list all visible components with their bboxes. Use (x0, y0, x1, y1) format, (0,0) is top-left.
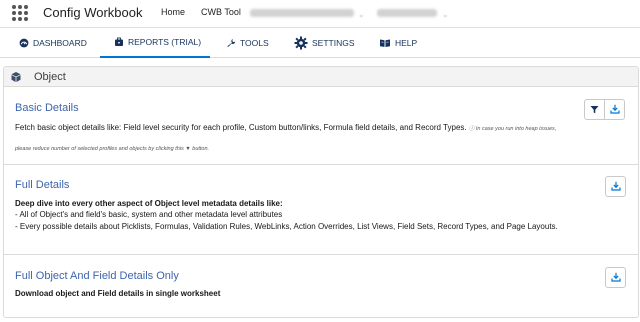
object-panel-header: Object (4, 67, 638, 87)
tab-settings[interactable]: SETTINGS (294, 28, 355, 58)
top-bar: Config Workbook Home CWB Tool ⌄ ⌄ (0, 0, 640, 28)
tab-label: SETTINGS (312, 38, 355, 48)
help-book-icon (379, 38, 391, 48)
download-object-field-details-button[interactable] (605, 267, 626, 288)
tab-reports[interactable]: REPORTS (TRIAL) (100, 28, 210, 58)
gear-icon (294, 36, 308, 50)
download-icon (610, 178, 621, 196)
tab-label: HELP (395, 38, 418, 48)
cube-icon (10, 71, 22, 83)
tab-help[interactable]: HELP (379, 28, 417, 58)
object-field-details-description: Download object and Field details in sin… (15, 289, 221, 298)
app-launcher-icon[interactable] (12, 5, 28, 21)
full-details-title: Full Details (15, 179, 70, 191)
nav-home-link[interactable]: Home (161, 7, 185, 17)
app-title: Config Workbook (43, 5, 143, 20)
redacted-org-name[interactable] (250, 9, 354, 17)
filter-button[interactable] (584, 99, 605, 120)
tab-label: TOOLS (240, 38, 269, 48)
tab-label: DASHBOARD (33, 38, 87, 48)
tab-label: REPORTS (TRIAL) (128, 37, 202, 47)
basic-details-description: Fetch basic object details like: Field l… (15, 122, 556, 135)
basic-details-section: Basic Details Fetch basic object details… (4, 88, 638, 165)
wrench-icon (226, 38, 236, 48)
basic-details-text: Fetch basic object details like: Field l… (15, 123, 467, 132)
filter-icon (590, 101, 599, 119)
download-basic-details-button[interactable] (604, 99, 625, 120)
object-panel: Object Basic Details Fetch basic object … (3, 66, 639, 318)
full-details-bullet: - All of Object's and field's basic, sys… (15, 210, 283, 219)
download-icon (610, 269, 621, 287)
chevron-down-icon[interactable]: ⌄ (358, 10, 365, 19)
nav-cwb-tool-link[interactable]: CWB Tool (201, 7, 241, 17)
redacted-user-name[interactable] (377, 9, 437, 17)
full-details-section: Full Details Deep dive into every other … (4, 165, 638, 255)
briefcase-icon (114, 37, 124, 47)
dashboard-icon (19, 38, 29, 48)
tab-dashboard[interactable]: DASHBOARD (19, 28, 87, 58)
chevron-down-icon[interactable]: ⌄ (442, 10, 449, 19)
heap-note-continued: please reduce number of selected profile… (15, 146, 210, 152)
download-icon (609, 101, 620, 119)
main-tab-bar: DASHBOARD REPORTS (TRIAL) TOOLS SETTINGS… (0, 28, 640, 58)
heap-note: ⓘ In case you run into heap issues, (468, 126, 557, 132)
download-full-details-button[interactable] (605, 176, 626, 197)
object-panel-title: Object (34, 70, 66, 83)
object-field-details-title: Full Object And Field Details Only (15, 270, 179, 282)
tab-tools[interactable]: TOOLS (226, 28, 269, 58)
object-field-details-section: Full Object And Field Details Only Downl… (4, 255, 638, 317)
basic-details-actions (584, 99, 625, 120)
full-details-bullet: - Every possible details about Picklists… (15, 222, 558, 231)
basic-details-title: Basic Details (15, 102, 79, 114)
